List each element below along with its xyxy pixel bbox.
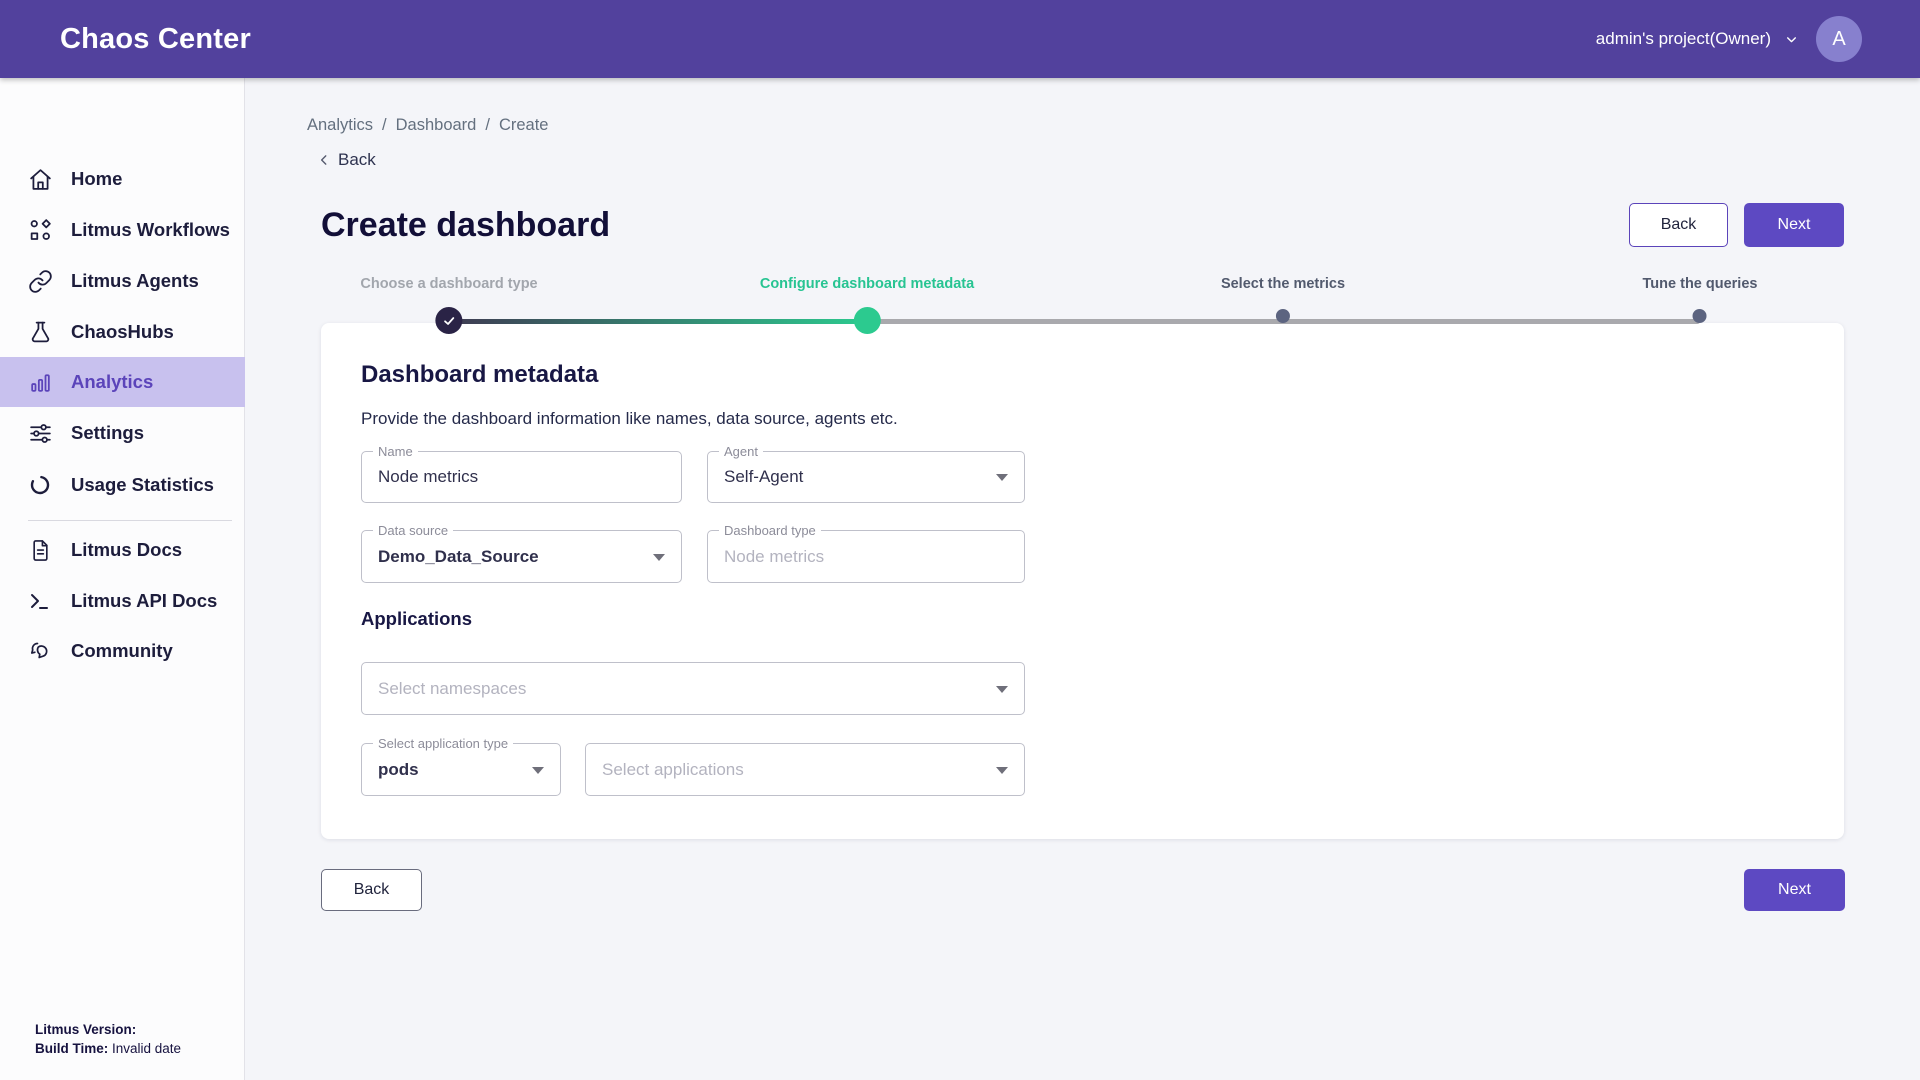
next-button-top[interactable]: Next (1744, 203, 1844, 247)
back-link[interactable]: Back (317, 150, 376, 170)
avatar[interactable]: A (1816, 16, 1862, 62)
applications-placeholder: Select applications (602, 760, 744, 780)
breadcrumb-separator: / (382, 116, 387, 135)
app-header: Chaos Center admin's project(Owner) A (0, 0, 1920, 78)
sidebar-item-label: Home (71, 168, 122, 190)
terminal-icon (27, 588, 53, 614)
breadcrumb-create: Create (499, 116, 549, 135)
sidebar-item-settings[interactable]: Settings (0, 408, 245, 458)
version-label: Litmus Version: (35, 1022, 136, 1037)
sidebar-item-community[interactable]: Community (0, 626, 245, 676)
next-button-bottom[interactable]: Next (1744, 869, 1845, 911)
sidebar-item-litmus-docs[interactable]: Litmus Docs (0, 525, 245, 575)
agent-select-value: Self-Agent (724, 467, 803, 487)
home-icon (27, 166, 53, 192)
step-label: Select the metrics (1221, 276, 1345, 294)
application-type-label: Select application type (373, 736, 513, 751)
sidebar-item-home[interactable]: Home (0, 154, 245, 204)
back-button-bottom[interactable]: Back (321, 869, 422, 911)
sidebar: Home Litmus Workflows Litmus Agents Chao… (0, 78, 245, 1080)
sidebar-item-label: Litmus Agents (71, 270, 199, 292)
application-type-value: pods (378, 760, 419, 780)
section-title: Dashboard metadata (361, 361, 598, 389)
loader-icon (27, 472, 53, 498)
main-content: Analytics / Dashboard / Create Back Crea… (245, 78, 1920, 1080)
sidebar-item-label: Litmus API Docs (71, 590, 217, 612)
sidebar-item-label: Usage Statistics (71, 474, 214, 496)
namespaces-placeholder: Select namespaces (378, 679, 526, 699)
data-source-select-label: Data source (373, 523, 453, 538)
back-button-top[interactable]: Back (1629, 203, 1728, 247)
breadcrumb-dashboard[interactable]: Dashboard (396, 116, 477, 135)
sidebar-item-label: ChaosHubs (71, 321, 174, 343)
page-title: Create dashboard (321, 206, 610, 245)
dashboard-metadata-card: Dashboard metadata Provide the dashboard… (321, 323, 1844, 839)
sidebar-item-chaoshubs[interactable]: ChaosHubs (0, 307, 245, 357)
chevron-left-icon (317, 153, 331, 167)
step-pending-dot (1693, 309, 1707, 323)
project-selector[interactable]: admin's project(Owner) (1596, 29, 1798, 49)
flask-icon (27, 319, 53, 345)
sidebar-item-label: Analytics (71, 371, 153, 393)
breadcrumb: Analytics / Dashboard / Create (307, 116, 548, 135)
agent-select[interactable]: Agent Self-Agent (707, 451, 1025, 503)
step-label: Configure dashboard metadata (760, 276, 974, 294)
dropdown-arrow-icon (996, 474, 1008, 481)
data-source-select-value: Demo_Data_Source (378, 547, 539, 567)
back-link-label: Back (338, 150, 376, 170)
sliders-icon (27, 420, 53, 446)
sidebar-item-label: Litmus Workflows (71, 219, 230, 241)
dropdown-arrow-icon (996, 686, 1008, 693)
sidebar-item-usage-statistics[interactable]: Usage Statistics (0, 460, 245, 510)
step-completed-dot (435, 307, 462, 334)
sidebar-item-litmus-api-docs[interactable]: Litmus API Docs (0, 576, 245, 626)
sidebar-divider (28, 520, 232, 521)
name-field[interactable]: Name (361, 451, 682, 503)
application-type-select[interactable]: Select application type pods (361, 743, 561, 796)
build-time-value: Invalid date (108, 1041, 181, 1056)
applications-title: Applications (361, 608, 472, 630)
dropdown-arrow-icon (532, 767, 544, 774)
chevron-down-icon (1785, 33, 1798, 46)
step-configure-metadata: Configure dashboard metadata (760, 276, 974, 334)
bar-chart-icon (27, 369, 53, 395)
breadcrumb-separator: / (485, 116, 490, 135)
project-label: admin's project(Owner) (1596, 29, 1771, 49)
data-source-select[interactable]: Data source Demo_Data_Source (361, 530, 682, 583)
breadcrumb-analytics[interactable]: Analytics (307, 116, 373, 135)
sidebar-item-litmus-agents[interactable]: Litmus Agents (0, 256, 245, 306)
namespaces-select[interactable]: Select namespaces (361, 662, 1025, 715)
dropdown-arrow-icon (653, 554, 665, 561)
step-pending-dot (1276, 309, 1290, 323)
step-active-dot (854, 307, 881, 334)
name-input[interactable] (362, 452, 681, 502)
dashboard-type-input[interactable] (708, 531, 1024, 582)
version-info: Litmus Version: Build Time: Invalid date (35, 1020, 181, 1058)
dashboard-type-field[interactable]: Dashboard type (707, 530, 1025, 583)
applications-select[interactable]: Select applications (585, 743, 1025, 796)
app-title: Chaos Center (60, 23, 251, 56)
sidebar-item-label: Settings (71, 422, 144, 444)
link-icon (27, 268, 53, 294)
sidebar-item-analytics[interactable]: Analytics (0, 357, 245, 407)
sidebar-item-litmus-workflows[interactable]: Litmus Workflows (0, 205, 245, 255)
dropdown-arrow-icon (996, 767, 1008, 774)
agent-select-label: Agent (719, 444, 763, 459)
step-choose-dashboard-type: Choose a dashboard type (360, 276, 537, 334)
step-label: Choose a dashboard type (360, 276, 537, 294)
sidebar-item-label: Community (71, 640, 173, 662)
check-icon (441, 313, 457, 329)
step-tune-queries: Tune the queries (1643, 276, 1758, 323)
chat-icon (27, 638, 53, 664)
workflows-icon (27, 217, 53, 243)
step-label: Tune the queries (1643, 276, 1758, 294)
document-icon (27, 537, 53, 563)
step-select-metrics: Select the metrics (1221, 276, 1345, 323)
build-time-label: Build Time: (35, 1041, 108, 1056)
section-description: Provide the dashboard information like n… (361, 409, 898, 429)
sidebar-item-label: Litmus Docs (71, 539, 182, 561)
